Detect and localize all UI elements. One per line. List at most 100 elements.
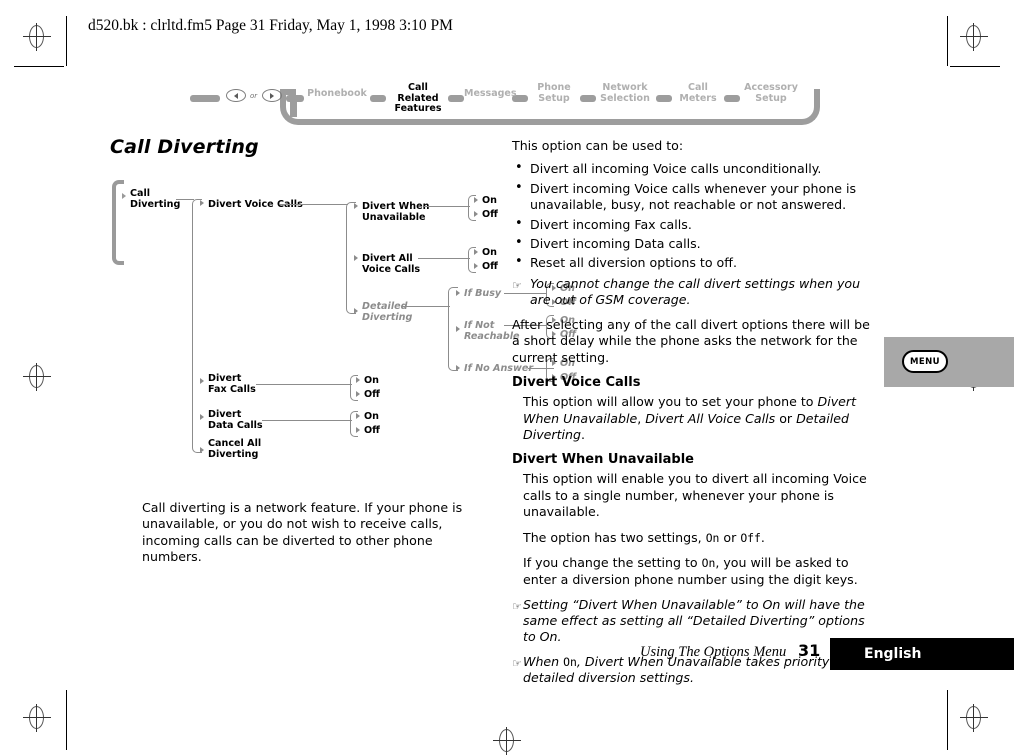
- tree-label-divert-all-voice-calls: Divert All Voice Calls: [362, 253, 421, 275]
- tree-arrow-cancel: [200, 447, 204, 453]
- note-gsm-coverage: ☞ You cannot change the call divert sett…: [512, 276, 880, 308]
- page-title: Call Diverting: [110, 136, 259, 158]
- tree-label-cancel-all-diverting: Cancel All Diverting: [208, 438, 262, 460]
- tree-leaf-off-when-unavailable: Off: [482, 209, 498, 220]
- tree-rule-fax: [256, 384, 352, 386]
- nav-tab-messages[interactable]: Messages: [464, 88, 517, 100]
- nav-tab-phonebook[interactable]: Phonebook: [306, 88, 368, 100]
- tree-arrow-on-1: [474, 197, 478, 203]
- nav-dash-2: [448, 95, 464, 102]
- footer-page-number: 31: [798, 641, 821, 660]
- trim-line-bottom-left: [66, 690, 67, 750]
- registration-mark-top-left: [23, 23, 51, 51]
- arrow-right-icon[interactable]: [262, 89, 282, 102]
- paragraph-change-setting: If you change the setting to On, you wil…: [512, 555, 880, 588]
- tree-rule-data: [262, 420, 352, 422]
- pv-3: or: [775, 410, 797, 426]
- menu-button[interactable]: MENU: [902, 350, 948, 373]
- tree-arrow-off-data: [356, 427, 360, 433]
- usage-bullet-list: Divert all incoming Voice calls uncondit…: [512, 160, 880, 271]
- tree-leaf-on-all-voice: On: [482, 247, 497, 258]
- paragraph-network-delay: After selecting any of the call divert o…: [512, 317, 870, 365]
- tree-arrow-if-no-answer: [456, 365, 460, 371]
- trim-line-bottom-right: [947, 690, 948, 750]
- trim-line-right: [947, 16, 948, 66]
- setting-value-off: Off: [740, 530, 761, 545]
- page-footer: Using The Options Menu 31 English: [0, 636, 1014, 672]
- tree-leaf-on-fax: On: [364, 375, 379, 386]
- pv-4: .: [581, 427, 586, 443]
- setting-value-on: On: [705, 530, 720, 545]
- tree-arrow-on-2: [474, 249, 478, 255]
- nav-tab-accessory-setup[interactable]: Accessory Setup: [740, 82, 802, 104]
- tree-leaf-off-all-voice: Off: [482, 261, 498, 272]
- tree-rule-when-unavailable: [424, 206, 470, 208]
- ps-2: or: [719, 529, 741, 545]
- tree-rule-all-voice: [418, 258, 470, 260]
- tree-arrow-all-voice: [354, 255, 358, 261]
- pointing-hand-icon: ☞: [512, 278, 522, 292]
- paragraph-divert-voice-calls: This option will allow you to set your p…: [512, 394, 880, 443]
- tree-arrow-fax: [200, 378, 204, 384]
- paragraph-divert-when-unavailable: This option will enable you to divert al…: [523, 471, 867, 520]
- list-item: Divert all incoming Voice calls uncondit…: [512, 160, 880, 177]
- trim-line-top-left: [14, 66, 64, 67]
- tree-label-call-diverting: Call Diverting: [130, 188, 181, 210]
- tree-label-divert-when-unavailable: Divert When Unavailable: [362, 201, 430, 223]
- tree-label-detailed-diverting: Detailed Diverting: [362, 301, 413, 323]
- intro-text: This option can be used to:: [512, 138, 684, 153]
- registration-mark-bottom-right: [960, 704, 988, 732]
- registration-mark-bottom-left: [23, 704, 51, 732]
- nav-dash-1: [370, 95, 386, 102]
- ps-1: The option has two settings,: [523, 529, 706, 545]
- setting-value-on-2: On: [701, 556, 716, 571]
- tree-leaf-on-data: On: [364, 411, 379, 422]
- section-heading-divert-when-unavailable: Divert When Unavailable: [512, 452, 694, 468]
- footer-language-label: English: [864, 646, 922, 662]
- tree-rule-detailed: [402, 306, 450, 308]
- trim-line-top-right: [950, 66, 1000, 67]
- pv-1: This option will allow you to set your p…: [523, 394, 818, 410]
- tree-leaf-off-fax: Off: [364, 389, 380, 400]
- arrow-left-icon[interactable]: [226, 89, 246, 102]
- tree-root-arrow: [122, 193, 126, 199]
- footer-section-title: Using The Options Menu: [640, 644, 787, 660]
- nav-tab-network-selection[interactable]: Network Selection: [594, 82, 656, 104]
- tree-arrow-if-busy: [456, 290, 460, 296]
- pointing-hand-icon: ☞: [512, 599, 522, 613]
- nav-ribbon: or Phonebook Call Related Features Messa…: [190, 75, 830, 130]
- tree-rule-voice: [280, 204, 348, 206]
- nav-tab-call-meters[interactable]: Call Meters: [674, 82, 722, 104]
- pc-1: If you change the setting to: [523, 555, 702, 571]
- tree-arrow-off-fax: [356, 391, 360, 397]
- nav-or-label: or: [250, 92, 258, 100]
- menu-key-tab: MENU: [884, 337, 1014, 387]
- tree-arrow-voice: [200, 200, 204, 206]
- right-column: This option can be used to: Divert all i…: [512, 138, 880, 695]
- tree-label-divert-data-calls: Divert Data Calls: [208, 409, 263, 431]
- tree-arrow-if-not-reachable: [456, 326, 460, 332]
- registration-mark-left: [23, 363, 51, 391]
- nav-tab-call-related-features[interactable]: Call Related Features: [386, 82, 450, 115]
- nav-dash-start: [190, 95, 220, 102]
- tree-arrow-when-unavailable: [354, 203, 358, 209]
- tree-leaf-off-data: Off: [364, 425, 380, 436]
- trim-line-left: [66, 16, 67, 66]
- note-gsm-coverage-text: You cannot change the call divert settin…: [530, 275, 861, 307]
- ps-3: .: [760, 529, 765, 545]
- tree-arrow-data: [200, 414, 204, 420]
- list-item: Divert incoming Fax calls.: [512, 216, 880, 233]
- tree-arrow-detailed: [354, 308, 358, 314]
- nav-stem: [290, 95, 297, 117]
- file-header: d520.bk : clrltd.fm5 Page 31 Friday, May…: [88, 17, 453, 34]
- registration-mark-top-right: [960, 23, 988, 51]
- section-heading-divert-voice-calls: Divert Voice Calls: [512, 375, 641, 391]
- list-item: Divert incoming Data calls.: [512, 235, 880, 252]
- tree-arrow-on-fax: [356, 377, 360, 383]
- call-diverting-tree-diagram: Call Diverting Divert Voice Calls Divert…: [100, 175, 576, 475]
- diagram-caption: Call diverting is a network feature. If …: [142, 500, 463, 565]
- tree-arrow-off-1: [474, 211, 478, 217]
- footer-language-bar: English: [830, 638, 1014, 670]
- paragraph-two-settings: The option has two settings, On or Off.: [512, 530, 880, 546]
- nav-tab-phone-setup[interactable]: Phone Setup: [530, 82, 578, 104]
